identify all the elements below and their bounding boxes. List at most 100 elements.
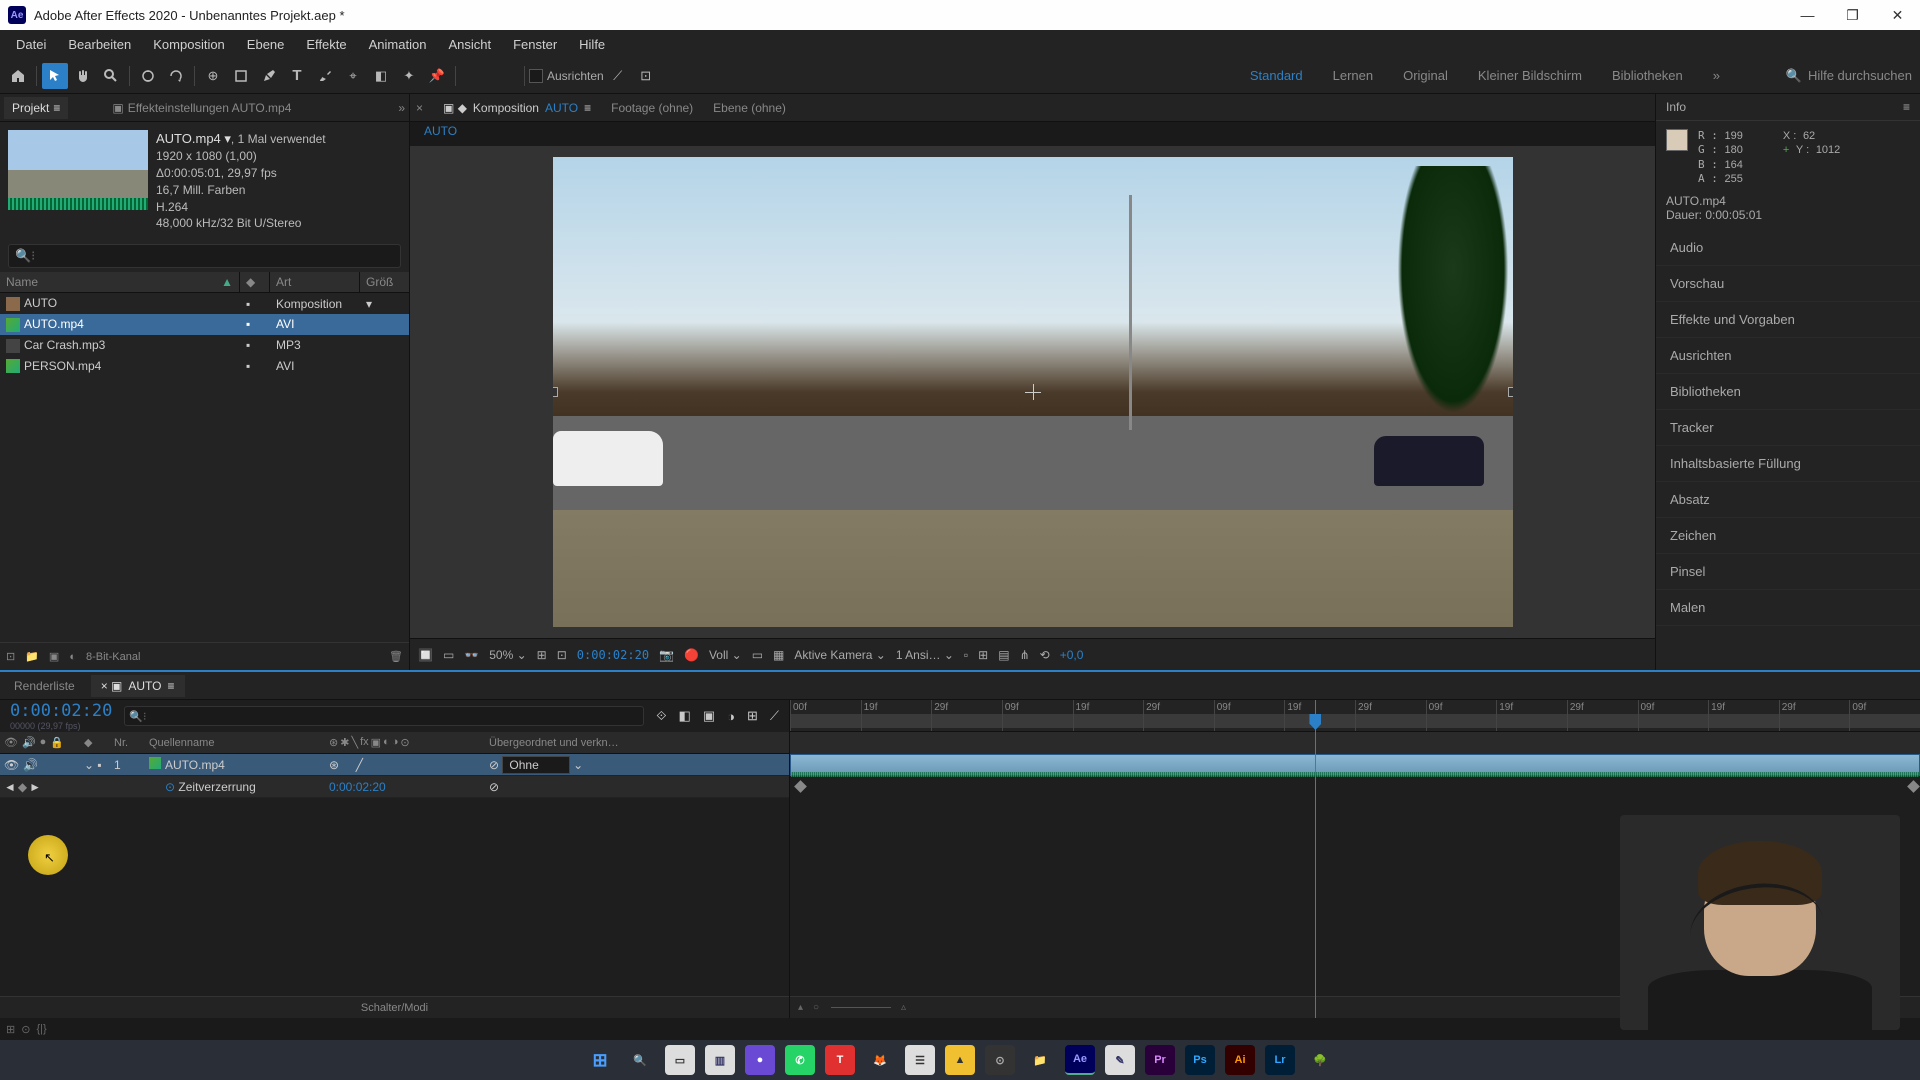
tab-composition[interactable]: ▣ ◆ Komposition AUTO ≡ [443, 101, 591, 115]
pixel-aspect-icon[interactable]: ▫ [964, 648, 968, 662]
toggle-switches-icon[interactable]: ⊞ [6, 1023, 15, 1036]
pen-tool[interactable] [256, 63, 282, 89]
prev-key-icon[interactable]: ◄ [4, 780, 16, 794]
workspace-learn[interactable]: Lernen [1333, 68, 1373, 83]
selection-tool[interactable] [42, 63, 68, 89]
zoom-tool[interactable] [98, 63, 124, 89]
taskbar-app[interactable]: ▥ [705, 1045, 735, 1075]
taskbar-whatsapp[interactable]: ✆ [785, 1045, 815, 1075]
orbit-tool[interactable] [135, 63, 161, 89]
eraser-tool[interactable]: ◧ [368, 63, 394, 89]
info-panel-header[interactable]: Info≡ [1656, 94, 1920, 121]
mask-icon[interactable]: 👓 [464, 648, 479, 662]
flowchart-icon[interactable]: ⋔ [1020, 648, 1030, 662]
menu-window[interactable]: Fenster [503, 33, 567, 56]
bit-depth[interactable]: 8-Bit-Kanal [86, 651, 140, 663]
draft-3d-icon[interactable]: ◧ [679, 708, 691, 724]
taskbar-search[interactable]: 🔍 [625, 1045, 655, 1075]
views-dropdown[interactable]: 1 Ansi… ⌄ [896, 648, 954, 662]
taskbar-app[interactable]: ☰ [905, 1045, 935, 1075]
toggle-inout-icon[interactable]: {|} [36, 1023, 46, 1035]
resolution-dropdown[interactable]: Voll ⌄ [709, 648, 742, 662]
tab-renderqueue[interactable]: Renderliste [4, 675, 85, 697]
add-key-icon[interactable]: ◆ [18, 780, 27, 794]
zoom-out-icon[interactable]: ▴ [798, 1002, 803, 1013]
start-button[interactable]: ⊞ [585, 1045, 615, 1075]
folder-icon[interactable]: 📁 [25, 650, 39, 663]
menu-layer[interactable]: Ebene [237, 33, 295, 56]
solo-col-icon[interactable]: ● [40, 736, 47, 749]
guides-icon[interactable]: ⊡ [557, 648, 567, 662]
project-search[interactable]: 🔍⁝ [8, 244, 401, 268]
shy-icon[interactable]: ⟋ [770, 708, 779, 724]
panel-brushes[interactable]: Pinsel [1656, 554, 1920, 590]
transparency-icon[interactable]: ▦ [773, 648, 784, 662]
snap-edge-icon[interactable]: ⊡ [633, 63, 659, 89]
timeline-layer-row[interactable]: 👁 🔊 ⌄ ▪ 1 AUTO.mp4 ⊛ ╱ ⊘ Ohne ⌄ [0, 754, 789, 776]
motion-blur-icon[interactable]: ◑ [727, 709, 735, 724]
audio-toggle[interactable]: 🔊 [23, 758, 38, 772]
panel-character[interactable]: Zeichen [1656, 518, 1920, 554]
project-item[interactable]: PERSON.mp4▪AVI [0, 356, 409, 377]
taskbar-app[interactable]: 🌳 [1305, 1045, 1335, 1075]
menu-effects[interactable]: Effekte [296, 33, 356, 56]
menu-file[interactable]: Datei [6, 33, 56, 56]
eye-col-icon[interactable]: 👁 [4, 736, 18, 749]
panel-paragraph[interactable]: Absatz [1656, 482, 1920, 518]
transform-handle[interactable] [1508, 387, 1513, 397]
comp-icon[interactable]: ▣ [49, 650, 59, 663]
viewer-close-icon[interactable]: × [416, 101, 423, 115]
col-name[interactable]: Name ▲ [0, 272, 240, 292]
magnify-icon[interactable]: 🔲 [418, 648, 433, 662]
keyframe[interactable] [1907, 780, 1920, 793]
keyframe[interactable] [794, 780, 807, 793]
taskbar-app[interactable]: ▲ [945, 1045, 975, 1075]
workspace-libraries[interactable]: Bibliotheken [1612, 68, 1683, 83]
property-value[interactable]: 0:00:02:20 [325, 780, 485, 794]
frame-blend-icon[interactable]: ▣ [703, 708, 715, 724]
tab-footage[interactable]: Footage (ohne) [611, 101, 693, 115]
panel-effects-presets[interactable]: Effekte und Vorgaben [1656, 302, 1920, 338]
taskbar-premiere[interactable]: Pr [1145, 1045, 1175, 1075]
project-item[interactable]: Car Crash.mp3▪MP3 [0, 335, 409, 356]
minimize-button[interactable]: — [1785, 0, 1830, 30]
timeline-icon[interactable]: ▤ [998, 648, 1009, 662]
taskbar-explorer[interactable]: 📁 [1025, 1045, 1055, 1075]
panel-content-aware-fill[interactable]: Inhaltsbasierte Füllung [1656, 446, 1920, 482]
trash-icon[interactable]: 🗑 [389, 650, 403, 663]
roi-icon[interactable]: ▭ [752, 648, 763, 662]
anchor-tool[interactable]: ⊕ [200, 63, 226, 89]
transform-handle[interactable] [553, 387, 558, 397]
col-size[interactable]: Größ [360, 272, 410, 292]
tab-project[interactable]: Projekt≡ [4, 97, 68, 119]
panel-audio[interactable]: Audio [1656, 230, 1920, 266]
timeline-timecode[interactable]: 0:00:02:20 [10, 701, 112, 721]
menu-help[interactable]: Hilfe [569, 33, 615, 56]
snap-checkbox[interactable] [529, 69, 543, 83]
timeline-search[interactable]: 🔍⁝ [124, 706, 644, 726]
tab-timeline-comp[interactable]: × ▣ AUTO ≡ [91, 675, 185, 697]
workspace-original[interactable]: Original [1403, 68, 1448, 83]
stopwatch-icon[interactable]: ⊙ [165, 780, 175, 794]
panel-overflow-icon[interactable]: » [398, 101, 405, 115]
taskbar-aftereffects[interactable]: Ae [1065, 1045, 1095, 1075]
text-tool[interactable]: T [284, 63, 310, 89]
graph-editor-icon[interactable]: ⊞ [747, 708, 758, 724]
clone-tool[interactable]: ⌖ [340, 63, 366, 89]
eye-toggle[interactable]: 👁 [4, 758, 19, 772]
panel-tracker[interactable]: Tracker [1656, 410, 1920, 446]
zoom-in-icon[interactable]: ▵ [901, 1002, 906, 1013]
comp-mini-flowchart-icon[interactable]: ⟐ [656, 708, 666, 724]
taskbar-app[interactable]: ▭ [665, 1045, 695, 1075]
workspace-small[interactable]: Kleiner Bildschirm [1478, 68, 1582, 83]
panel-paint[interactable]: Malen [1656, 590, 1920, 626]
panel-preview[interactable]: Vorschau [1656, 266, 1920, 302]
taskbar-app[interactable]: T [825, 1045, 855, 1075]
twirl-icon[interactable]: ⌄ ▪ [80, 758, 110, 772]
fast-preview-icon[interactable]: ⊞ [978, 648, 988, 662]
timeline-property-row[interactable]: ◄ ◆ ► ⊙ Zeitverzerrung 0:00:02:20 ⊘ [0, 776, 789, 798]
tab-effect-controls[interactable]: ▣ Effekteinstellungen AUTO.mp4 [104, 97, 299, 119]
col-label[interactable]: ◆ [240, 272, 270, 292]
parent-dropdown[interactable]: Ohne [502, 756, 569, 774]
lock-col-icon[interactable]: 🔒 [50, 736, 64, 749]
